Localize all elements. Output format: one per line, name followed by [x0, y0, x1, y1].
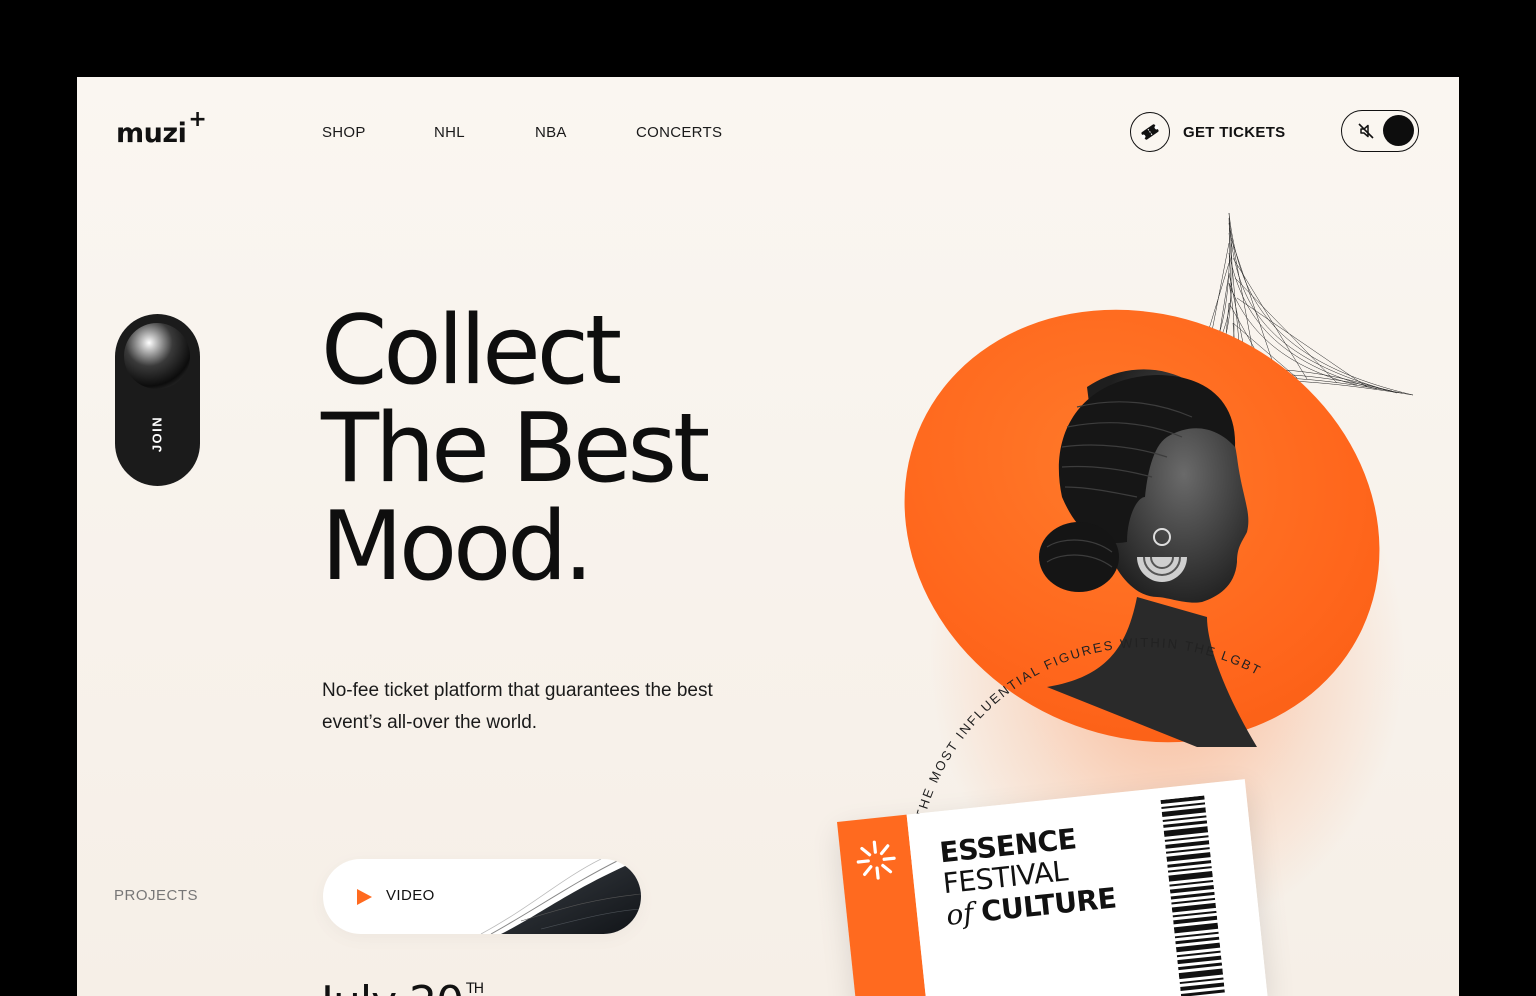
video-button[interactable]: VIDEO	[323, 859, 641, 934]
toggle-knob	[1383, 115, 1414, 146]
headline-line-2: The Best	[321, 394, 710, 504]
headline-line-1: Collect	[321, 296, 622, 406]
ticket-of: of	[944, 896, 976, 932]
nav-nba[interactable]: NBA	[535, 124, 567, 141]
hero-description: No-fee ticket platform that guarantees t…	[322, 680, 713, 733]
ticket-body: ESSENCE FESTIVAL of CULTURE	[906, 779, 1268, 996]
nav-shop[interactable]: SHOP	[322, 124, 366, 141]
barcode	[1160, 795, 1225, 996]
logo[interactable]: muzi+	[116, 107, 207, 149]
play-icon	[355, 888, 373, 911]
event-date-text: July 20	[321, 977, 464, 996]
logo-text: muzi	[116, 118, 187, 149]
hero-headline: Collect The Best Mood.	[321, 296, 710, 602]
projects-link[interactable]: PROJECTS	[114, 887, 198, 904]
nav-concerts[interactable]: CONCERTS	[636, 124, 722, 141]
video-thumbnail	[480, 859, 641, 934]
sound-toggle[interactable]	[1341, 110, 1419, 152]
get-tickets-label: GET TICKETS	[1183, 123, 1286, 141]
event-date: July 20TH	[321, 977, 484, 996]
join-label: JOIN	[149, 415, 165, 453]
chrome-ball-graphic	[124, 323, 190, 389]
logo-plus: +	[188, 107, 207, 132]
join-button[interactable]: JOIN	[115, 314, 200, 486]
landing-page: muzi+ SHOP NHL NBA CONCERTS GET TICKETS	[77, 77, 1459, 996]
ticket-icon	[1130, 112, 1170, 152]
mute-icon	[1357, 122, 1375, 145]
burst-icon	[856, 840, 896, 880]
headline-line-3: Mood.	[321, 492, 594, 602]
get-tickets-button[interactable]: GET TICKETS	[1130, 111, 1285, 153]
event-date-suffix: TH	[466, 981, 484, 996]
nav-nhl[interactable]: NHL	[434, 124, 465, 141]
video-label: VIDEO	[386, 887, 435, 904]
